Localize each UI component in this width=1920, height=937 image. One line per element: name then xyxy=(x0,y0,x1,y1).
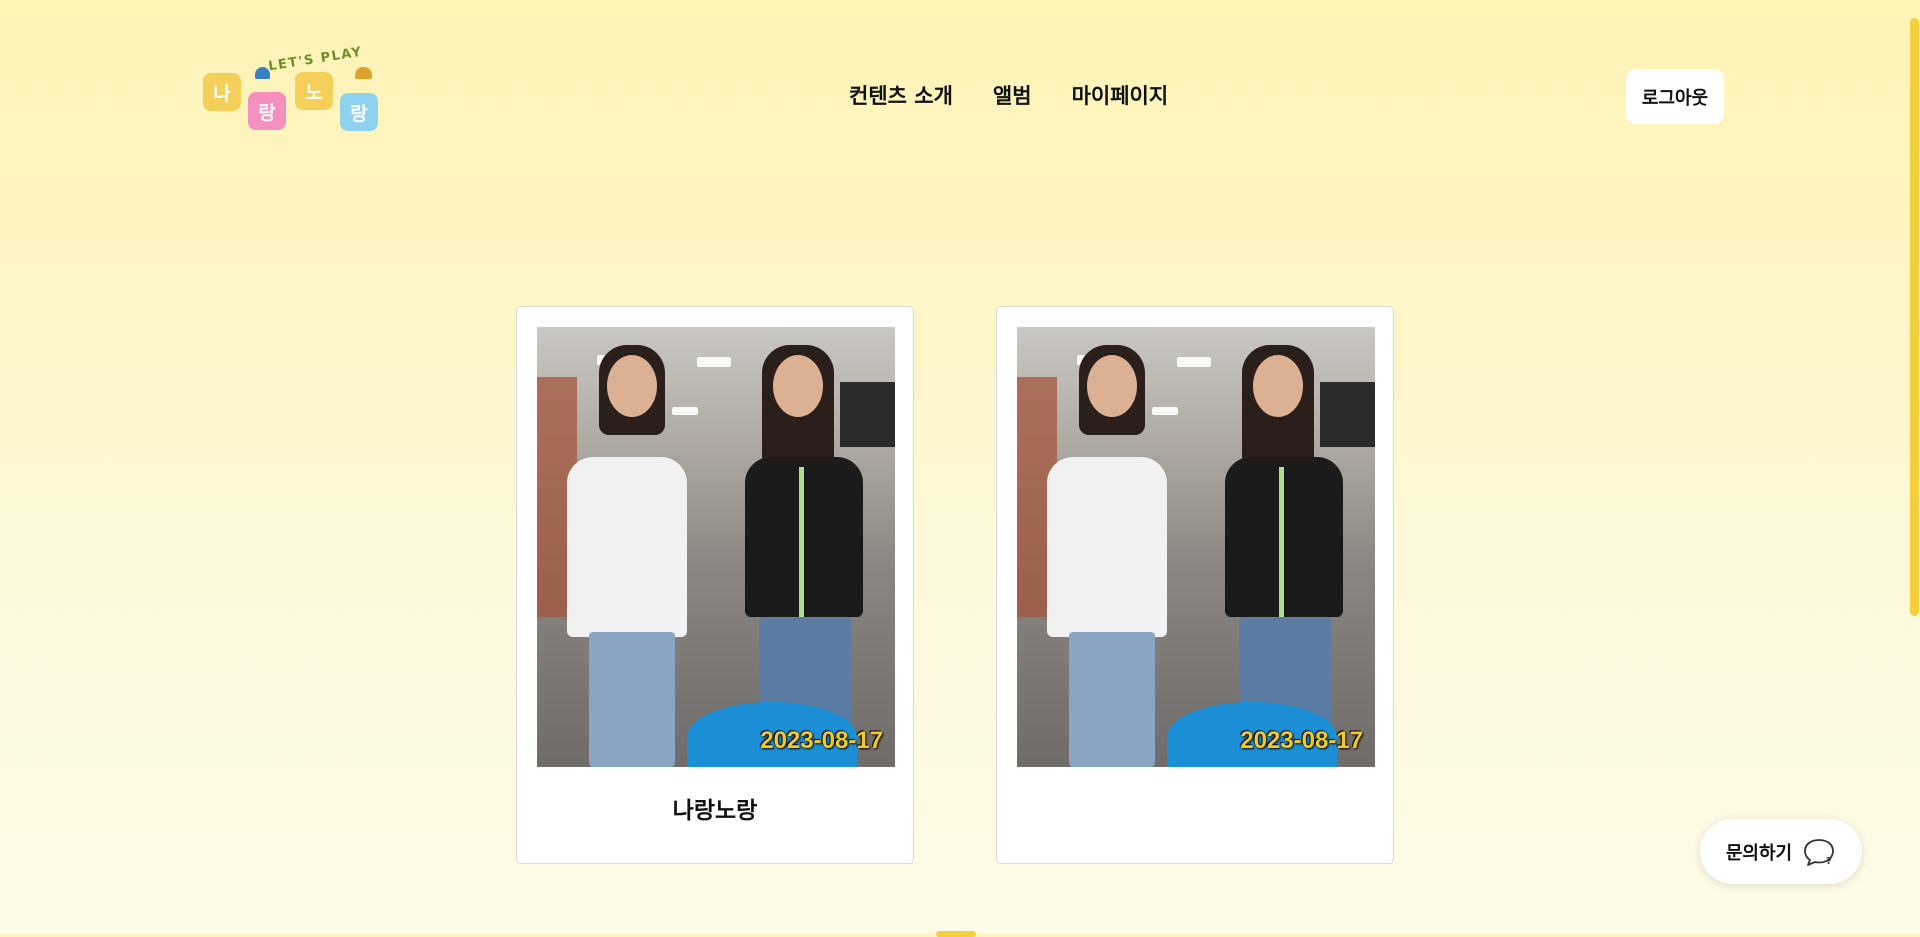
logo-tile-2: 랑 xyxy=(248,92,286,130)
logo-tile-1: 나 xyxy=(203,73,241,111)
card-title: 나랑노랑 xyxy=(672,798,758,824)
photo-tv xyxy=(840,382,895,447)
album-card[interactable]: 2023-08-17 나랑노랑 xyxy=(516,306,914,864)
photo-person-jeans xyxy=(589,632,675,767)
nav-mypage[interactable]: 마이페이지 xyxy=(1072,80,1169,110)
photo-person-face xyxy=(607,355,657,417)
photo-person-jeans xyxy=(1069,632,1155,767)
photo-person-shirt xyxy=(1225,457,1343,617)
logout-button[interactable]: 로그아웃 xyxy=(1626,69,1724,124)
photo-person-face xyxy=(1253,355,1303,417)
page-scrollbar[interactable] xyxy=(1908,0,1920,934)
album-photo: 2023-08-17 xyxy=(1017,327,1375,767)
photo-person-shirt xyxy=(1047,457,1167,637)
svg-text:?: ? xyxy=(1826,856,1832,867)
photo-person-face xyxy=(1087,355,1137,417)
inquiry-label: 문의하기 xyxy=(1725,842,1793,864)
inquiry-button[interactable]: 문의하기 ? xyxy=(1700,819,1862,884)
logo[interactable]: LET'S PLAY 나 랑 노 랑 xyxy=(200,45,385,136)
photo-light xyxy=(672,407,698,415)
blue-cap-icon xyxy=(255,67,270,79)
chat-bubble-icon: ? xyxy=(1804,838,1835,867)
photo-date-stamp: 2023-08-17 xyxy=(760,727,883,754)
pagination-indicator[interactable] xyxy=(936,931,976,937)
nav-contents-intro[interactable]: 컨텐츠 소개 xyxy=(849,80,953,110)
nav-album[interactable]: 앨범 xyxy=(993,80,1032,110)
photo-light xyxy=(1152,407,1178,415)
logo-tagline: LET'S PLAY xyxy=(267,44,364,75)
logo-tile-4: 랑 xyxy=(340,93,378,131)
photo-date-stamp: 2023-08-17 xyxy=(1240,727,1363,754)
photo-light xyxy=(697,357,731,367)
photo-tv xyxy=(1320,382,1375,447)
logo-tile-3: 노 xyxy=(295,72,333,110)
photo-light xyxy=(1177,357,1211,367)
album-card[interactable]: 2023-08-17 xyxy=(996,306,1394,864)
photo-person-face xyxy=(773,355,823,417)
album-photo: 2023-08-17 xyxy=(537,327,895,767)
photo-person-shirt xyxy=(567,457,687,637)
orange-cap-icon xyxy=(355,67,372,79)
main-nav: 컨텐츠 소개 앨범 마이페이지 xyxy=(849,80,1168,110)
photo-lanyard xyxy=(1279,467,1284,617)
photo-lanyard xyxy=(799,467,804,617)
photo-person-shirt xyxy=(745,457,863,617)
scrollbar-thumb[interactable] xyxy=(1910,18,1919,616)
